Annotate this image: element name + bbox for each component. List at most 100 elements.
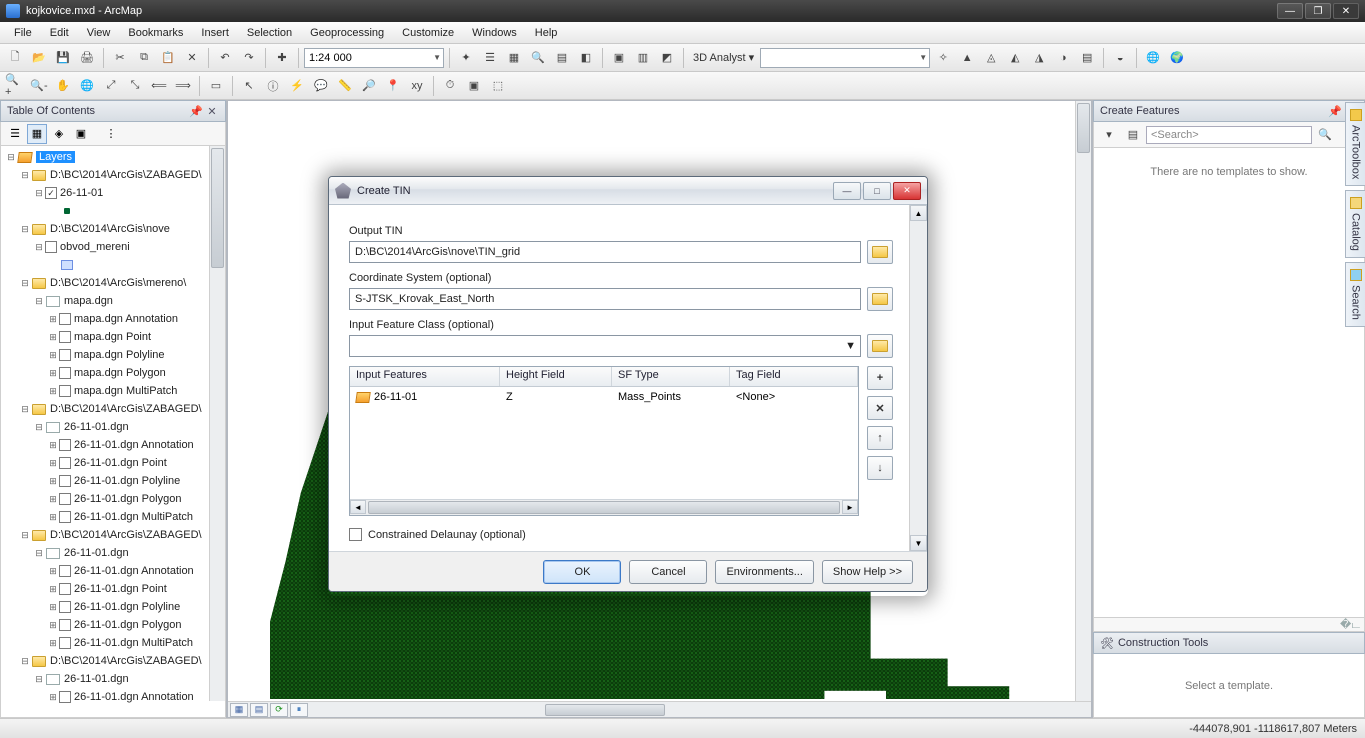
cf-pin-icon[interactable]: 📌 — [1328, 104, 1342, 118]
tree-row[interactable]: ⊞26-11-01.dgn Polyline — [1, 472, 225, 490]
layout-view-tab[interactable]: ▤ — [250, 703, 268, 717]
tree-row[interactable] — [1, 202, 225, 220]
output-tin-input[interactable]: D:\BC\2014\ArcGis\nove\TIN_grid — [349, 241, 861, 263]
sidetab-search[interactable]: Search — [1345, 262, 1365, 327]
menu-customize[interactable]: Customize — [394, 25, 462, 41]
toolbox-icon[interactable]: ☰ — [479, 47, 501, 69]
tree-row[interactable]: ⊟D:\BC\2014\ArcGis\ZABAGED\ — [1, 400, 225, 418]
fixed-zoom-out-icon[interactable]: ⤡ — [124, 75, 146, 97]
options-icon[interactable]: ⋮ — [101, 124, 121, 144]
cf-resize-grip-icon[interactable]: �ட — [1340, 618, 1360, 631]
html-popup-icon[interactable]: 💬 — [310, 75, 332, 97]
tree-row[interactable]: ⊞26-11-01.dgn Polygon — [1, 616, 225, 634]
undo-icon[interactable]: ↶ — [214, 47, 236, 69]
tree-row[interactable]: ⊞mapa.dgn MultiPatch — [1, 382, 225, 400]
sidetab-catalog[interactable]: Catalog — [1345, 190, 1365, 258]
pan-icon[interactable]: ✋ — [52, 75, 74, 97]
tree-row[interactable]: ⊟D:\BC\2014\ArcGis\ZABAGED\ — [1, 652, 225, 670]
a3d-3-icon[interactable]: ◬ — [980, 47, 1002, 69]
time-slider-icon[interactable]: ⏱ — [439, 75, 461, 97]
viewer-icon[interactable]: ▣ — [463, 75, 485, 97]
redo-icon[interactable]: ↷ — [238, 47, 260, 69]
tree-row[interactable]: ⊞mapa.dgn Polygon — [1, 364, 225, 382]
viewport-hscroll[interactable] — [312, 704, 1087, 716]
cs-input[interactable]: S-JTSK_Krovak_East_North — [349, 288, 861, 310]
identify-icon[interactable]: ⓘ — [262, 75, 284, 97]
maximize-button[interactable]: ❐ — [1305, 3, 1331, 19]
menu-bookmarks[interactable]: Bookmarks — [120, 25, 191, 41]
a3d-7-icon[interactable]: ▤ — [1076, 47, 1098, 69]
menu-file[interactable]: File — [6, 25, 40, 41]
toc-tree[interactable]: ⊟Layers⊟D:\BC\2014\ArcGis\ZABAGED\⊟✓26-1… — [0, 146, 226, 718]
tree-row[interactable]: ⊞26-11-01.dgn Annotation — [1, 688, 225, 706]
scroll-up-icon[interactable]: ▲ — [910, 205, 927, 221]
viewer2-icon[interactable]: ⬚ — [487, 75, 509, 97]
scale-combo[interactable]: 1:24 000▼ — [304, 48, 444, 68]
zoom-out-icon[interactable]: 🔍- — [28, 75, 50, 97]
feature-table[interactable]: Input Features Height Field SF Type Tag … — [349, 366, 859, 516]
move-up-button[interactable]: ↑ — [867, 426, 893, 450]
table-hscroll[interactable]: ◄ ► — [350, 499, 858, 515]
print-icon[interactable]: 🖨 — [76, 47, 98, 69]
ok-button[interactable]: OK — [543, 560, 621, 584]
model-builder-icon[interactable]: ◧ — [575, 47, 597, 69]
goto-xy-icon[interactable]: xy — [406, 75, 428, 97]
tree-row[interactable]: ⊞26-11-01.dgn Polygon — [1, 490, 225, 508]
find-route-icon[interactable]: 📍 — [382, 75, 404, 97]
tree-row[interactable]: ⊟D:\BC\2014\ArcGis\mereno\ — [1, 274, 225, 292]
dialog-maximize-button[interactable]: □ — [863, 182, 891, 200]
hyperlink-icon[interactable]: ⚡ — [286, 75, 308, 97]
a3d-8-icon[interactable]: ◒ — [1109, 47, 1131, 69]
tree-row[interactable]: ⊟mapa.dgn — [1, 292, 225, 310]
prev-extent-icon[interactable]: ⟸ — [148, 75, 170, 97]
paste-icon[interactable]: 📋 — [157, 47, 179, 69]
dialog-close-button[interactable]: ✕ — [893, 182, 921, 200]
list-by-source-icon[interactable]: ▦ — [27, 124, 47, 144]
move-down-button[interactable]: ↓ — [867, 456, 893, 480]
remove-row-button[interactable]: ✕ — [867, 396, 893, 420]
select-icon[interactable]: ▭ — [205, 75, 227, 97]
tree-row[interactable]: ⊟obvod_mereni — [1, 238, 225, 256]
dialog-minimize-button[interactable]: — — [833, 182, 861, 200]
a3d-1-icon[interactable]: ✧ — [932, 47, 954, 69]
search-icon[interactable]: 🔍 — [527, 47, 549, 69]
analyst-label[interactable]: 3D Analyst ▾ — [689, 51, 758, 64]
list-by-visibility-icon[interactable]: ◈ — [49, 124, 69, 144]
table-row[interactable]: 26-11-01 Z Mass_Points <None> — [350, 387, 858, 407]
a3d-5-icon[interactable]: ◮ — [1028, 47, 1050, 69]
cf-search-input[interactable]: <Search> — [1146, 126, 1312, 144]
analyst-layer-combo[interactable]: ▼ — [760, 48, 930, 68]
tree-row[interactable]: ⊞26-11-01.dgn Annotation — [1, 436, 225, 454]
tree-row[interactable]: ⊟26-11-01.dgn — [1, 418, 225, 436]
cf-group-icon[interactable]: ▤ — [1122, 124, 1144, 146]
cs-browse-button[interactable] — [867, 287, 893, 311]
cf-search-go-icon[interactable]: 🔍 — [1314, 124, 1336, 146]
tree-row[interactable]: ⊟26-11-01.dgn — [1, 670, 225, 688]
a3d-4-icon[interactable]: ◭ — [1004, 47, 1026, 69]
save-icon[interactable]: 💾 — [52, 47, 74, 69]
add-data-icon[interactable]: ✚ — [271, 47, 293, 69]
minimize-button[interactable]: — — [1277, 3, 1303, 19]
tree-row[interactable]: ⊞mapa.dgn Point — [1, 328, 225, 346]
tree-row[interactable]: ⊞26-11-01.dgn MultiPatch — [1, 634, 225, 652]
tree-row[interactable]: ⊞mapa.dgn Annotation — [1, 310, 225, 328]
show-help-button[interactable]: Show Help >> — [822, 560, 913, 584]
ifc-combo[interactable]: ▼ — [349, 335, 861, 357]
pause-icon[interactable]: ⏸ — [290, 703, 308, 717]
catalog-icon[interactable]: ▦ — [503, 47, 525, 69]
refresh-icon[interactable]: ⟳ — [270, 703, 288, 717]
measure-icon[interactable]: 📏 — [334, 75, 356, 97]
output-browse-button[interactable] — [867, 240, 893, 264]
editor-toolbar-icon[interactable]: ✦ — [455, 47, 477, 69]
data-view-tab[interactable]: ▦ — [230, 703, 248, 717]
dialog-titlebar[interactable]: Create TIN — □ ✕ — [329, 177, 927, 205]
globe-icon[interactable]: 🌐 — [1142, 47, 1164, 69]
globe2-icon[interactable]: 🌍 — [1166, 47, 1188, 69]
constrained-delaunay-checkbox[interactable]: Constrained Delaunay (optional) — [349, 528, 893, 541]
tree-row[interactable]: ⊟D:\BC\2014\ArcGis\nove — [1, 220, 225, 238]
ifc-browse-button[interactable] — [867, 334, 893, 358]
new-doc-icon[interactable]: 🗋 — [4, 47, 26, 69]
menu-view[interactable]: View — [79, 25, 119, 41]
menu-edit[interactable]: Edit — [42, 25, 77, 41]
close-panel-icon[interactable]: ✕ — [205, 104, 219, 118]
